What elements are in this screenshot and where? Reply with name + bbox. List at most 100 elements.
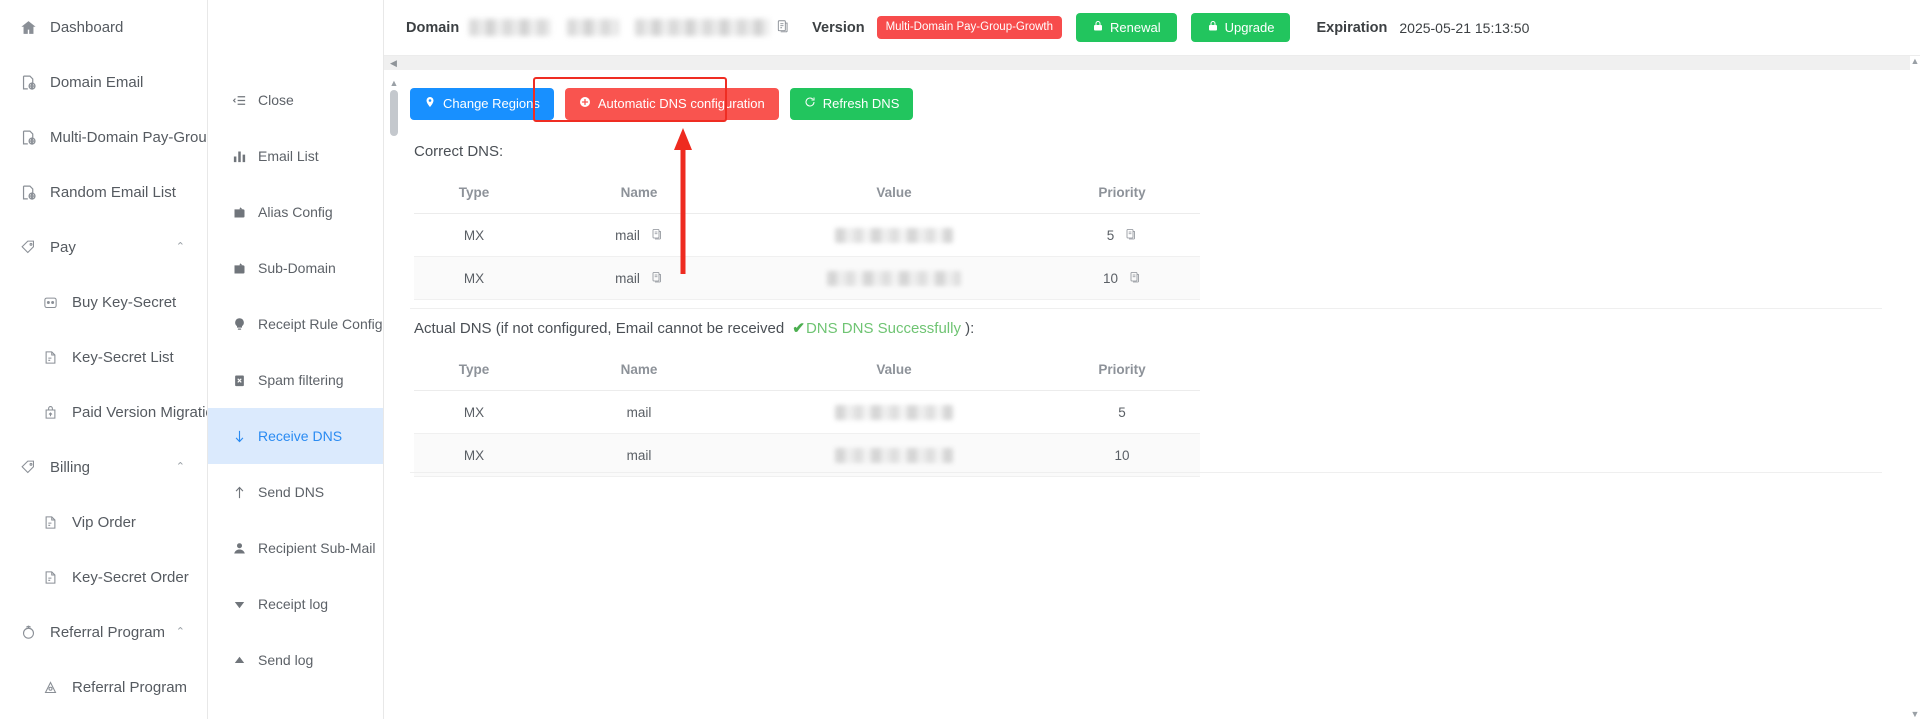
upgrade-button[interactable]: Upgrade xyxy=(1190,12,1291,43)
table-header-row: Type Name Value Priority xyxy=(414,172,1200,215)
domain-value-redacted xyxy=(469,19,552,36)
scrollbar-thumb[interactable] xyxy=(390,90,398,136)
sidebar-item-label: Vip Order xyxy=(72,514,136,531)
copy-icon[interactable] xyxy=(1125,228,1137,243)
page-scrollbar[interactable]: ▲ ▼ xyxy=(1910,56,1920,719)
tag-icon xyxy=(18,458,38,478)
automatic-dns-configuration-button[interactable]: Automatic DNS configuration xyxy=(564,88,779,121)
actual-dns-title-suffix: ): xyxy=(960,320,975,338)
submenu-item-close[interactable]: Close xyxy=(208,72,383,128)
clipboard-x-icon xyxy=(230,371,248,389)
submenu-item-label: Receipt log xyxy=(258,596,329,612)
refresh-icon xyxy=(804,96,816,112)
sidebar-item-label: Domain Email xyxy=(50,74,144,91)
submenu-item-receive-dns[interactable]: Receive DNS xyxy=(208,408,383,464)
horizontal-scroll-strip[interactable]: ◀ xyxy=(384,56,1920,70)
refresh-dns-label: Refresh DNS xyxy=(822,96,900,111)
cell-type: MX xyxy=(414,433,534,477)
content-scrollbar[interactable]: ▲ xyxy=(389,78,399,718)
submenu-item-sub-domain[interactable]: Sub-Domain xyxy=(208,240,383,296)
cell-type: MX xyxy=(414,390,534,435)
chevron-left-icon[interactable]: ◀ xyxy=(390,56,397,70)
submenu-item-label: Alias Config xyxy=(258,204,333,220)
submenu-item-receipt-rule-config[interactable]: Receipt Rule Config xyxy=(208,296,383,352)
column-header-value: Value xyxy=(744,172,1044,215)
sidebar-item-multi-domain-pay-group[interactable]: Multi-Domain Pay-Group xyxy=(0,110,207,165)
lock-icon xyxy=(1207,20,1219,36)
chevron-up-icon[interactable]: ⌃ xyxy=(176,462,185,473)
gift-icon xyxy=(18,623,38,643)
chevron-up-icon[interactable]: ▲ xyxy=(389,78,399,88)
arrow-down-icon xyxy=(230,427,248,445)
table-row: MX mail 10 xyxy=(414,433,1200,477)
cell-priority-text: 5 xyxy=(1106,227,1115,243)
sidebar-item-paid-version-migration[interactable]: Paid Version Migration xyxy=(0,385,207,440)
upload-bag-icon xyxy=(40,403,60,423)
sidebar-item-referral-program[interactable]: Referral Program xyxy=(0,660,207,715)
submenu-item-recipient-sub-mail[interactable]: Recipient Sub-Mail xyxy=(208,520,383,576)
sidebar-item-domain-email[interactable]: Domain Email xyxy=(0,55,207,110)
automatic-dns-label: Automatic DNS configuration xyxy=(597,96,765,111)
column-header-priority: Priority xyxy=(1044,349,1200,392)
cell-name: mail xyxy=(534,256,744,301)
sidebar-item-vip-order[interactable]: Vip Order xyxy=(0,495,207,550)
version-badge[interactable]: Multi-Domain Pay-Group-Growth xyxy=(876,15,1062,40)
sidebar-group-billing[interactable]: Billing ⌃ xyxy=(0,440,207,495)
sidebar-item-label: Buy Key-Secret xyxy=(72,294,177,311)
sidebar-item-dashboard[interactable]: Dashboard xyxy=(0,0,207,55)
cell-priority: 10 xyxy=(1044,256,1200,301)
sidebar-item-label: Paid Version Migration xyxy=(72,404,208,421)
cell-name: mail xyxy=(534,213,744,258)
cell-priority: 5 xyxy=(1044,390,1200,435)
copy-icon[interactable] xyxy=(651,228,663,243)
submenu-item-alias-config[interactable]: Alias Config xyxy=(208,184,383,240)
sidebar-item-label: Referral Program xyxy=(50,624,166,641)
doc-icon xyxy=(40,568,60,588)
sidebar: Dashboard Domain Email Multi-Domain Pay-… xyxy=(0,0,208,719)
submenu-panel: Close Email List Alias Config Sub-Domain xyxy=(208,0,384,719)
domain-header: Domain Version Multi-Domain Pay-Group-Gr… xyxy=(384,0,1920,56)
column-header-priority: Priority xyxy=(1044,172,1200,215)
refresh-dns-button[interactable]: Refresh DNS xyxy=(789,88,914,121)
value-redacted xyxy=(835,228,953,244)
change-regions-button[interactable]: Change Regions xyxy=(410,88,554,121)
chevron-up-icon[interactable]: ⌃ xyxy=(176,242,185,253)
app-root: Dashboard Domain Email Multi-Domain Pay-… xyxy=(0,0,1920,719)
copy-icon[interactable] xyxy=(1129,271,1141,286)
actual-dns-title-prefix: Actual DNS (if not configured, Email can… xyxy=(414,320,789,338)
version-label: Version xyxy=(812,19,865,36)
chevron-down-icon[interactable]: ▼ xyxy=(1910,709,1920,719)
home-icon xyxy=(18,18,38,38)
submenu-item-receipt-log[interactable]: Receipt log xyxy=(208,576,383,632)
dns-content: ▲ Change Regions Automatic DNS configura… xyxy=(384,70,1920,719)
sidebar-item-key-secret-order[interactable]: Key-Secret Order xyxy=(0,550,207,605)
caret-down-icon xyxy=(230,595,248,613)
sidebar-group-referral-program[interactable]: Referral Program ⌃ xyxy=(0,605,207,660)
cell-priority-text: 10 xyxy=(1102,270,1119,286)
sidebar-item-buy-key-secret[interactable]: Buy Key-Secret xyxy=(0,275,207,330)
value-redacted xyxy=(827,271,961,287)
submenu-item-send-log[interactable]: Send log xyxy=(208,632,383,688)
sidebar-item-label: Key-Secret List xyxy=(72,349,174,366)
cell-value xyxy=(744,390,1044,435)
chevron-up-icon[interactable]: ▲ xyxy=(1910,56,1920,66)
sidebar-item-random-email-list[interactable]: Random Email List xyxy=(0,165,207,220)
caret-up-icon xyxy=(230,651,248,669)
sidebar-item-key-secret-list[interactable]: Key-Secret List xyxy=(0,330,207,385)
domain-mail-icon xyxy=(18,73,38,93)
main-area: Domain Version Multi-Domain Pay-Group-Gr… xyxy=(384,0,1920,719)
robot-icon xyxy=(40,293,60,313)
sidebar-group-pay[interactable]: Pay ⌃ xyxy=(0,220,207,275)
submenu-item-send-dns[interactable]: Send DNS xyxy=(208,464,383,520)
submenu-item-spam-filtering[interactable]: Spam filtering xyxy=(208,352,383,408)
cell-name-text: mail xyxy=(615,227,640,243)
renewal-button[interactable]: Renewal xyxy=(1076,12,1177,43)
cell-priority: 10 xyxy=(1044,433,1200,477)
copy-icon[interactable] xyxy=(776,19,790,36)
table-row: MX mail 5 xyxy=(414,390,1200,435)
table-header-row: Type Name Value Priority xyxy=(414,349,1200,392)
domain-mail-icon xyxy=(18,128,38,148)
copy-icon[interactable] xyxy=(651,271,663,286)
submenu-item-email-list[interactable]: Email List xyxy=(208,128,383,184)
chevron-up-icon[interactable]: ⌃ xyxy=(176,627,185,638)
